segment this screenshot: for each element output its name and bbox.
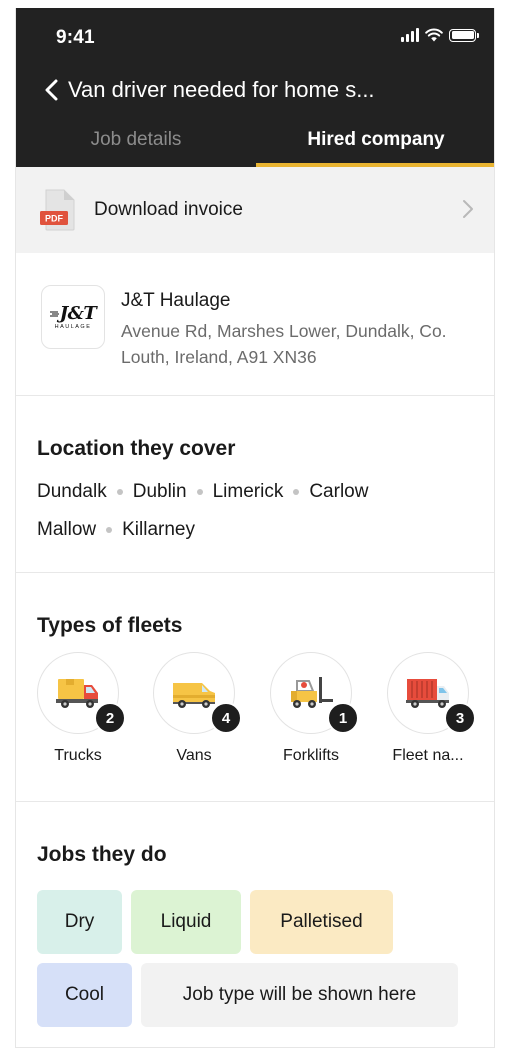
- pdf-icon: PDF: [40, 189, 76, 231]
- location-item-row: Mallow Killarney: [37, 518, 457, 542]
- separator-dot: [196, 489, 203, 495]
- fleet-item-trucks[interactable]: 2 Trucks: [27, 652, 127, 764]
- jobs-title: Jobs they do: [37, 843, 167, 866]
- pdf-badge-text: PDF: [45, 214, 64, 224]
- wifi-icon: [425, 28, 443, 42]
- company-address: Avenue Rd, Marshes Lower, Dundalk, Co. L…: [121, 321, 447, 367]
- container-truck-icon: [406, 679, 449, 708]
- status-bar: 9:41: [16, 8, 494, 68]
- company-card: J&T HAULAGE J&T Haulage Avenue Rd, Marsh…: [16, 253, 494, 396]
- location-item: Limerick: [213, 480, 310, 504]
- truck-icon: [56, 679, 98, 708]
- battery-icon: [449, 28, 479, 42]
- separator-dot: [106, 527, 113, 533]
- status-time: 9:41: [56, 27, 95, 48]
- location-label: Carlow: [309, 481, 369, 502]
- location-label: Dundalk: [37, 481, 107, 502]
- status-icons: [401, 28, 479, 42]
- chevron-right-icon: [463, 200, 473, 218]
- logo-subtext: HAULAGE: [54, 323, 92, 330]
- separator-dot: [293, 489, 300, 495]
- location-label: Mallow: [37, 519, 97, 540]
- app-header: 9:41 Van driver needed for home s... Job: [16, 8, 494, 167]
- fleet-item-vans[interactable]: 4 Vans: [143, 652, 243, 764]
- phone-screen: 9:41 Van driver needed for home s... Job: [15, 8, 495, 1048]
- tab-job-details[interactable]: Job details: [16, 112, 256, 167]
- title-row: Van driver needed for home s...: [16, 70, 494, 110]
- tab-bar: Job details Hired company: [16, 112, 494, 167]
- fleet-count-badge: 3: [444, 702, 476, 734]
- logo-text: J&T: [59, 302, 97, 324]
- jobs-section: Jobs they do Dry Liquid Palletised Cool …: [16, 802, 494, 1047]
- fleet-label: Forklifts: [283, 747, 339, 764]
- van-icon: [173, 683, 215, 708]
- job-chip-cool: Cool: [37, 963, 132, 1027]
- fleet-count-badge: 1: [327, 702, 359, 734]
- locations-title: Location they cover: [37, 437, 236, 460]
- download-invoice-row[interactable]: PDF Download invoice: [16, 167, 494, 253]
- job-chip-liquid: Liquid: [131, 890, 241, 954]
- separator-dot: [116, 489, 123, 495]
- page-title: Van driver needed for home s...: [68, 77, 375, 102]
- download-invoice-label: Download invoice: [94, 199, 243, 220]
- locations-list: Dundalk Dublin Limerick Carlow Mallow Kil…: [37, 480, 457, 542]
- job-chip-palletised: Palletised: [250, 890, 393, 954]
- fleets-section: Types of fleets 2 Trucks 4 Vans 1 Forkli…: [16, 573, 494, 802]
- location-label: Limerick: [212, 481, 284, 502]
- locations-section: Location they cover Dundalk Dublin Limer…: [16, 396, 494, 573]
- location-item: Carlow: [309, 480, 368, 504]
- fleets-title: Types of fleets: [37, 614, 183, 637]
- cellular-signal-icon: [401, 28, 419, 42]
- job-chip-placeholder: Job type will be shown here: [141, 963, 458, 1027]
- company-name: J&T Haulage: [121, 290, 231, 311]
- fleet-label: Vans: [176, 747, 212, 764]
- back-arrow-icon[interactable]: [36, 72, 66, 108]
- fleet-count-badge: 4: [210, 702, 242, 734]
- location-label: Killarney: [122, 519, 195, 540]
- fleet-item-forklifts[interactable]: 1 Forklifts: [260, 652, 360, 764]
- tab-hired-company[interactable]: Hired company: [256, 112, 494, 167]
- fleet-label: Trucks: [54, 747, 102, 764]
- speed-lines-icon: [49, 311, 59, 316]
- company-logo: J&T HAULAGE: [41, 285, 105, 349]
- location-item: Dublin: [133, 480, 213, 504]
- location-label: Dublin: [132, 481, 187, 502]
- location-item: Dundalk: [37, 480, 133, 504]
- job-chip-dry: Dry: [37, 890, 122, 954]
- forklift-icon: [291, 677, 333, 708]
- fleet-label: Fleet na...: [392, 747, 464, 764]
- fleet-item-fleet-name[interactable]: 3 Fleet na...: [377, 652, 477, 764]
- fleet-count-badge: 2: [94, 702, 126, 734]
